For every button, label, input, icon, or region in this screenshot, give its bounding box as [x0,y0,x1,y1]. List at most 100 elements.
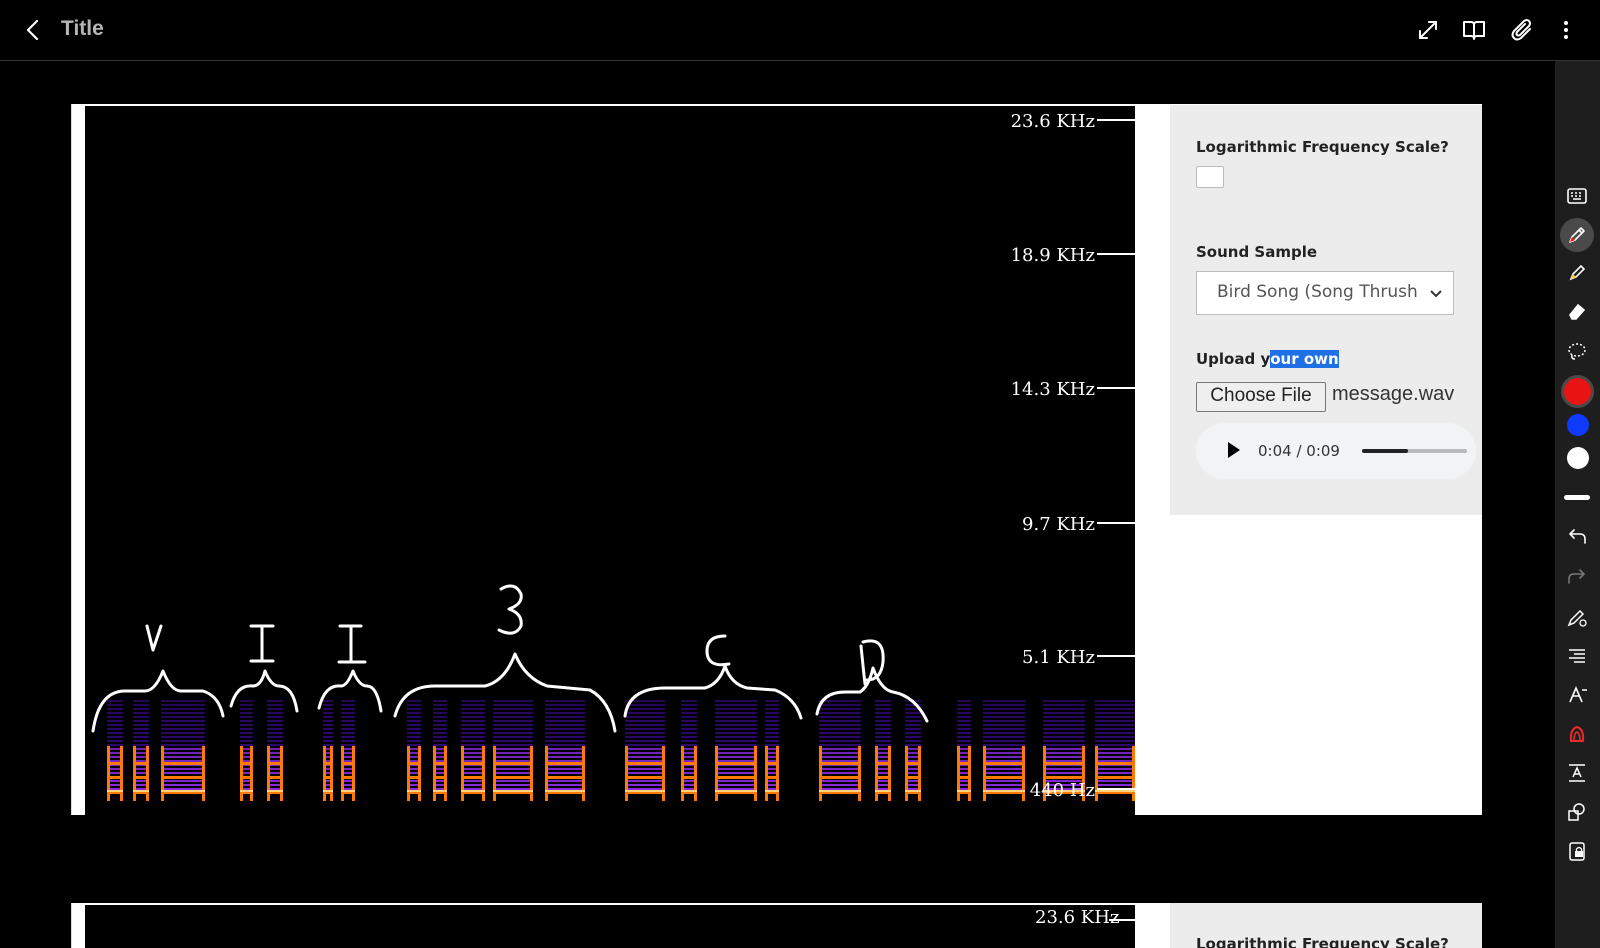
spectrogram-band [493,712,533,714]
spectrogram-band [819,724,861,726]
spectrogram-edge [280,746,283,801]
spectrogram-band [625,784,665,786]
spectrogram-band [1095,724,1135,726]
spectrogram-band [133,732,149,734]
spectrogram-band [1043,728,1085,730]
spectrogram-band [715,780,757,782]
spectrogram-band [161,740,205,742]
redo-icon[interactable] [1564,563,1590,589]
spectrogram-band [875,724,891,726]
spectrogram-band [461,724,485,726]
lock-icon[interactable] [1564,838,1590,864]
sound-sample-value: Bird Song (Song Thrush [1217,282,1418,302]
color-swatch-red[interactable] [1561,375,1594,408]
spectrogram-band [461,760,485,762]
spectrogram-band [461,712,485,714]
spectrogram-band [267,732,283,734]
pen-settings-icon[interactable] [1564,604,1590,630]
eraser-icon[interactable] [1564,299,1590,325]
spectrogram-harmonic [1043,762,1085,765]
spectrogram-band [875,704,891,706]
spectrogram-band [875,732,891,734]
spectrogram-band [240,716,253,718]
color-swatch-white[interactable] [1567,447,1589,469]
spectrogram-band [625,704,665,706]
text-align-icon[interactable] [1564,643,1590,669]
spectrogram-band [957,724,971,726]
spectrogram-band [161,720,205,722]
highlighter-icon[interactable] [1564,260,1590,286]
spectrogram-band [715,752,757,754]
text-size-icon[interactable] [1564,760,1590,786]
spectrogram-edge [444,746,447,801]
spectrogram-band [625,788,665,790]
spectrogram-band [819,720,861,722]
spectrogram-band [875,740,891,742]
spectrogram-peak [323,790,333,792]
audio-progress-track[interactable] [1362,449,1467,453]
freq-label: 5.1 KHz [1022,647,1095,668]
stroke-width-icon[interactable] [1564,484,1590,510]
panel-left-strip-2 [71,903,85,948]
text-tool-icon[interactable] [1564,682,1590,708]
spectrogram-band [461,780,485,782]
spectrogram-edge [418,746,421,801]
spectrogram-band [1043,772,1085,774]
spectrogram-band [161,712,205,714]
spectrogram-edge [146,746,149,801]
lasso-icon[interactable] [1564,338,1590,364]
spectrogram-band [493,700,533,702]
spectrogram-band [1095,716,1135,718]
spectrogram-band [107,736,123,738]
spectrogram-band [107,708,123,710]
spectrogram-band [905,736,921,738]
undo-icon[interactable] [1564,523,1590,549]
spectrogram-band [461,748,485,750]
sound-sample-select[interactable]: Bird Song (Song Thrush [1196,271,1454,315]
spectrogram-band [107,724,123,726]
spectrogram-band [240,728,253,730]
spectrogram-edge [968,746,971,801]
play-icon[interactable] [1228,442,1240,458]
spectrogram-band [407,740,421,742]
spectrogram-band [161,772,205,774]
spectrogram-band [819,744,861,746]
spectrogram-band [493,744,533,746]
spectrogram-peak [107,790,123,792]
spectrogram-band [819,736,861,738]
spectrogram-canvas[interactable]: 23.6 KHz 18.9 KHz 14.3 KHz 9.7 KHz 5.1 KHz 44… [85,106,1135,815]
spectrogram-band [461,728,485,730]
book-icon[interactable] [1462,18,1486,42]
spectrogram-band [161,752,205,754]
log-scale-checkbox[interactable] [1196,166,1224,188]
spectrogram-edge [250,746,253,801]
choose-file-button[interactable]: Choose File [1196,382,1326,412]
spectrogram-band [341,732,355,734]
spectrogram-band [323,740,333,742]
keyboard-icon[interactable] [1564,183,1590,209]
spectrogram-canvas-2[interactable]: 23.6 KHz [85,905,1135,948]
pen-icon[interactable] [1560,218,1594,252]
back-arrow-icon[interactable] [22,18,46,42]
spectrogram-band [107,716,123,718]
spectrogram-band [433,724,447,726]
more-vertical-icon[interactable] [1554,18,1578,42]
color-swatch-blue[interactable] [1567,414,1589,436]
spectrogram-band [133,740,149,742]
spectrogram-band [1043,716,1085,718]
shapes-icon[interactable] [1564,799,1590,825]
spectrogram-band [715,720,757,722]
spectrogram-band [493,748,533,750]
spectrogram-edge [120,746,123,801]
shape-fill-icon[interactable] [1564,721,1590,747]
spectrogram-band [1043,756,1085,758]
spectrogram-band [407,716,421,718]
spectrogram-edge [888,746,891,801]
spectrogram-band [341,712,355,714]
fullscreen-icon[interactable] [1416,18,1440,42]
top-bar: Title [0,0,1600,61]
spectrogram-band [493,752,533,754]
spectrogram-band [819,788,861,790]
spectrogram-band [323,708,333,710]
attachment-icon[interactable] [1510,18,1534,42]
